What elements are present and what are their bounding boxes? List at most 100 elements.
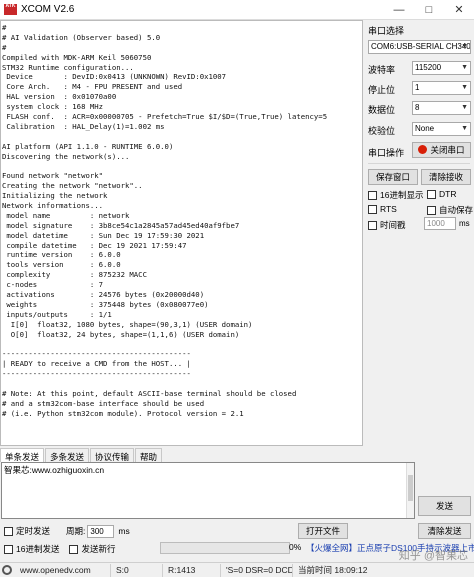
send-controls-row: 定时发送 周期: 300 ms bbox=[3, 522, 473, 540]
window-controls: — □ ✕ bbox=[384, 0, 474, 20]
terminal-line: weights : 375448 bytes (0x080077e0) bbox=[2, 299, 209, 309]
dtr-checkbox[interactable]: DTR bbox=[427, 189, 456, 199]
tab-multi-send[interactable]: 多条发送 bbox=[45, 448, 90, 462]
checkbox-box bbox=[368, 220, 377, 230]
chevron-down-icon: ▼ bbox=[461, 64, 468, 71]
app-icon: ATK bbox=[4, 4, 17, 15]
send-newline-label: 发送新行 bbox=[81, 544, 116, 554]
chevron-down-icon: ▼ bbox=[461, 125, 468, 132]
maximize-icon[interactable]: □ bbox=[414, 0, 444, 20]
minimize-icon[interactable]: — bbox=[384, 0, 414, 20]
open-file-button[interactable]: 打开文件 bbox=[298, 523, 348, 539]
website-link[interactable]: www.openedv.com bbox=[15, 563, 111, 577]
terminal-line: Device : DevID:0x0413 (UNKNOWN) RevID:0x… bbox=[2, 72, 227, 82]
port-select[interactable]: COM6:USB-SERIAL CH340 ▼ bbox=[368, 40, 471, 54]
sent-count: S:0 bbox=[111, 563, 163, 577]
parity-label: 校验位 bbox=[368, 126, 396, 136]
checkbox-box bbox=[368, 190, 377, 200]
send-progress-bar bbox=[160, 542, 290, 554]
terminal-line: compile datetime : Dec 19 2021 17:59:47 bbox=[2, 240, 187, 250]
terminal-line: Discovering the network(s)... bbox=[2, 151, 130, 161]
tab-single-send[interactable]: 单条发送 bbox=[0, 448, 45, 462]
received-count: R:1413 bbox=[163, 563, 221, 577]
terminal-line: STM32 Runtime configuration... bbox=[2, 62, 134, 72]
terminal-line: system clock : 168 MHz bbox=[2, 102, 104, 112]
hex-display-checkbox[interactable]: 16进制显示 bbox=[368, 189, 423, 201]
terminal-line: Network informations... bbox=[2, 201, 104, 211]
terminal-line: HAL version : 0x01070a00 bbox=[2, 92, 117, 102]
terminal-line: model name : network bbox=[2, 210, 130, 220]
terminal-line: inputs/outputs : 1/1 bbox=[2, 309, 112, 319]
databits-select[interactable]: 8 ▼ bbox=[412, 101, 471, 115]
terminal-line: Found network "network" bbox=[2, 171, 104, 181]
divider bbox=[368, 163, 470, 164]
auto-save-checkbox[interactable]: 自动保存 bbox=[427, 204, 473, 216]
terminal-line: # Note: At this point, default ASCII-bas… bbox=[2, 388, 297, 398]
terminal-line: c-nodes : 7 bbox=[2, 280, 104, 290]
terminal-line: ----------------------------------------… bbox=[2, 349, 191, 359]
send-newline-checkbox[interactable] bbox=[69, 544, 79, 554]
close-port-button[interactable]: 关闭串口 bbox=[412, 142, 471, 158]
settings-panel: 串口选择 COM6:USB-SERIAL CH340 ▼ 波特率 115200 … bbox=[364, 20, 474, 446]
baud-select[interactable]: 115200 ▼ bbox=[412, 61, 471, 75]
timed-send-checkbox[interactable] bbox=[4, 526, 13, 536]
window-title: XCOM V2.6 bbox=[21, 4, 75, 15]
terminal-line: FLASH conf. : ACR=0x00000705 - Prefetch=… bbox=[2, 112, 328, 122]
rts-checkbox[interactable]: RTS bbox=[368, 204, 397, 214]
baud-label: 波特率 bbox=[368, 65, 396, 75]
hex-send-checkbox[interactable] bbox=[4, 544, 13, 554]
stopbits-select[interactable]: 1 ▼ bbox=[412, 81, 471, 95]
terminal-line: Creating the network "network".. bbox=[2, 181, 143, 191]
terminal-line: tools version : 6.0.0 bbox=[2, 260, 121, 270]
databits-label: 数据位 bbox=[368, 105, 396, 115]
chevron-down-icon: ▼ bbox=[461, 84, 468, 91]
send-textarea[interactable]: 智果芯:www.ozhiguoxin.cn bbox=[1, 462, 415, 519]
terminal-line: Initializing the network bbox=[2, 191, 108, 201]
terminal-line: complexity : 875232 MACC bbox=[2, 270, 147, 280]
receive-terminal[interactable]: # # AI Validation (Observer based) 5.0 # Co… bbox=[0, 20, 363, 446]
hex-display-label: 16进制显示 bbox=[380, 190, 424, 200]
watermark: 知乎 @智果芯 bbox=[398, 550, 468, 562]
terminal-line: Compiled with MDK-ARM Keil 5060750 bbox=[2, 52, 152, 62]
terminal-line: # AI Validation (Observer based) 5.0 bbox=[2, 32, 161, 42]
terminal-line: AI platform (API 1.1.0 - RUNTIME 6.0.0) bbox=[2, 141, 174, 151]
title-bar: ATK XCOM V2.6 — □ ✕ bbox=[0, 0, 474, 20]
clear-receive-button[interactable]: 清除接收 bbox=[421, 169, 471, 185]
terminal-output: # # AI Validation (Observer based) 5.0 # Co… bbox=[1, 21, 362, 419]
terminal-line: # and a stm32com-base interface should b… bbox=[2, 398, 205, 408]
terminal-line: I[0] float32, 1080 bytes, shape=(90,3,1)… bbox=[2, 319, 253, 329]
terminal-line: # bbox=[2, 23, 7, 32]
close-port-label: 关闭串口 bbox=[430, 145, 465, 155]
period-input[interactable]: 300 bbox=[87, 524, 115, 538]
tab-help[interactable]: 帮助 bbox=[135, 448, 163, 462]
terminal-line: ----------------------------------------… bbox=[2, 369, 191, 379]
close-icon[interactable]: ✕ bbox=[444, 0, 474, 20]
signal-status: 'S=0 DSR=0 DCD= bbox=[221, 563, 293, 577]
terminal-line: runtime version : 6.0.0 bbox=[2, 250, 121, 260]
rts-label: RTS bbox=[380, 204, 397, 214]
save-window-button[interactable]: 保存窗口 bbox=[368, 169, 418, 185]
clear-send-button[interactable]: 清除发送 bbox=[418, 523, 471, 539]
port-select-heading: 串口选择 bbox=[368, 26, 405, 36]
port-status-icon bbox=[418, 145, 428, 155]
checkbox-box bbox=[427, 189, 436, 199]
timestamp-unit: ms bbox=[459, 219, 470, 228]
terminal-line: | READY to receive a CMD from the HOST..… bbox=[2, 359, 191, 369]
terminal-line: Core Arch. : M4 - FPU PRESENT and used bbox=[2, 82, 183, 92]
gear-icon[interactable] bbox=[2, 565, 12, 575]
stopbits-label: 停止位 bbox=[368, 85, 396, 95]
parity-select[interactable]: None ▼ bbox=[412, 122, 471, 136]
send-button[interactable]: 发送 bbox=[418, 496, 471, 516]
terminal-line: # bbox=[2, 42, 7, 52]
tab-protocol[interactable]: 协议传输 bbox=[90, 448, 135, 462]
terminal-line: # (i.e. Python stm32com module). Protoco… bbox=[2, 408, 244, 418]
timestamp-interval-input[interactable]: 1000 bbox=[424, 217, 456, 230]
dtr-label: DTR bbox=[439, 189, 457, 199]
parity-value: None bbox=[415, 124, 435, 133]
send-scrollbar[interactable] bbox=[406, 463, 414, 518]
timestamp-checkbox[interactable]: 时间戳 bbox=[368, 219, 406, 231]
checkbox-box bbox=[368, 204, 377, 214]
